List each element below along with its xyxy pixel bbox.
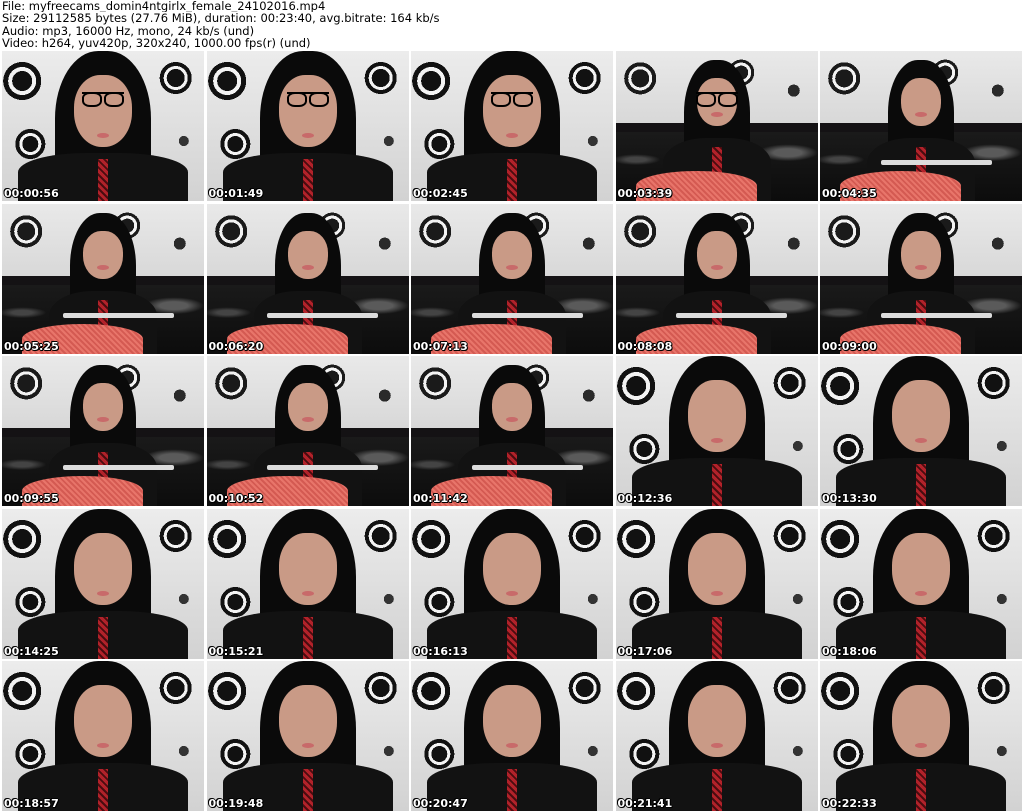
thumbnail-keyboard [471,465,583,470]
thumbnail-subject [18,661,188,811]
thumbnail-frame: 00:07:13 [411,203,613,354]
thumbnail-frame: 00:17:06 [615,508,818,659]
thumbnail-frame: 00:10:52 [206,356,409,506]
thumbnail-frame: 00:09:55 [2,356,204,506]
thumbnail-timestamp: 00:09:55 [4,492,59,505]
thumbnail-subject [836,661,1006,811]
thumbnail-timestamp: 00:07:13 [413,339,468,353]
thumbnail-timestamp: 00:12:36 [617,492,673,505]
thumbnail-frame: 00:12:36 [615,356,818,506]
thumbnail-timestamp: 00:17:06 [617,644,673,658]
thumbnail-timestamp: 00:06:20 [208,339,264,353]
thumbnail-timestamp: 00:20:47 [413,797,468,810]
thumbnail-timestamp: 00:01:49 [208,187,264,200]
thumbnail-timestamp: 00:00:56 [4,187,59,200]
thumbnail-frame: 00:18:57 [2,661,204,811]
thumbnail-keyboard [471,312,583,318]
thumbnail-frame: 00:06:20 [206,203,409,354]
video-info-line: Video: h264, yuv420p, 320x240, 1000.00 f… [2,37,311,50]
thumbnail-timestamp: 00:21:41 [617,797,673,810]
thumbnail-timestamp: 00:16:13 [413,644,468,658]
thumbnail-subject [427,508,597,659]
thumbnail-subject [836,508,1006,659]
thumbnail-keyboard [267,465,379,470]
thumbnail-frame: 00:16:13 [411,508,613,659]
thumbnail-subject [222,661,393,811]
thumbnail-timestamp: 00:19:48 [208,797,264,810]
thumbnail-subject [631,508,802,659]
thumbnail-frame: 00:08:08 [615,203,818,354]
thumbnail-timestamp: 00:05:25 [4,339,59,353]
thumbnail-grid: 00:00:56 00:01:49 00:02:45 00:03:39 00:0… [2,51,1022,811]
thumbnail-timestamp: 00:03:39 [617,187,673,200]
thumbnail-keyboard [880,160,992,165]
thumbnail-frame: 00:09:00 [820,203,1022,354]
thumbnail-timestamp: 00:10:52 [208,492,264,505]
thumbnail-subject [631,661,802,811]
thumbnail-frame: 00:00:56 [2,51,204,201]
thumbnail-keyboard [676,312,788,318]
thumbnail-subject [427,51,597,201]
thumbnail-timestamp: 00:15:21 [208,644,264,658]
thumbnail-keyboard [62,312,174,318]
thumbnail-timestamp: 00:22:33 [822,797,877,810]
thumbnail-frame: 00:02:45 [411,51,613,201]
thumbnail-subject [18,51,188,201]
thumbnail-frame: 00:14:25 [2,508,204,659]
thumbnail-keyboard [267,312,379,318]
file-size-line: Size: 29112585 bytes (27.76 MiB), durati… [2,12,440,25]
thumbnail-frame: 00:04:35 [820,51,1022,201]
file-name-line: File: myfreecams_domin4ntgirlx_female_24… [2,0,326,13]
thumbnail-frame: 00:22:33 [820,661,1022,811]
audio-info-line: Audio: mp3, 16000 Hz, mono, 24 kb/s (und… [2,24,255,38]
thumbnail-frame: 00:19:48 [206,661,409,811]
thumbnail-timestamp: 00:08:08 [617,339,673,353]
thumbnail-frame: 00:03:39 [615,51,818,201]
thumbnail-keyboard [62,465,174,470]
thumbnail-timestamp: 00:18:57 [4,797,59,810]
thumbnail-timestamp: 00:18:06 [822,644,877,658]
thumbnail-subject [631,356,802,506]
thumbnail-timestamp: 00:02:45 [413,187,468,200]
thumbnail-frame: 00:01:49 [206,51,409,201]
thumbnail-timestamp: 00:09:00 [822,339,877,353]
thumbnail-frame: 00:18:06 [820,508,1022,659]
thumbnail-frame: 00:15:21 [206,508,409,659]
thumbnail-subject [222,508,393,659]
thumbnail-keyboard [880,312,992,318]
thumbnail-timestamp: 00:04:35 [822,187,877,200]
thumbnail-timestamp: 00:14:25 [4,644,59,658]
thumbnail-subject [836,356,1006,506]
thumbnail-frame: 00:21:41 [615,661,818,811]
thumbnail-frame: 00:20:47 [411,661,613,811]
thumbnail-frame: 00:13:30 [820,356,1022,506]
thumbnail-subject [222,51,393,201]
thumbnail-frame: 00:11:42 [411,356,613,506]
file-info-header: File: myfreecams_domin4ntgirlx_female_24… [2,0,1022,50]
thumbnail-timestamp: 00:13:30 [822,492,877,505]
thumbnail-frame: 00:05:25 [2,203,204,354]
thumbnail-subject [427,661,597,811]
thumbnail-timestamp: 00:11:42 [413,492,468,505]
thumbnail-subject [18,508,188,659]
